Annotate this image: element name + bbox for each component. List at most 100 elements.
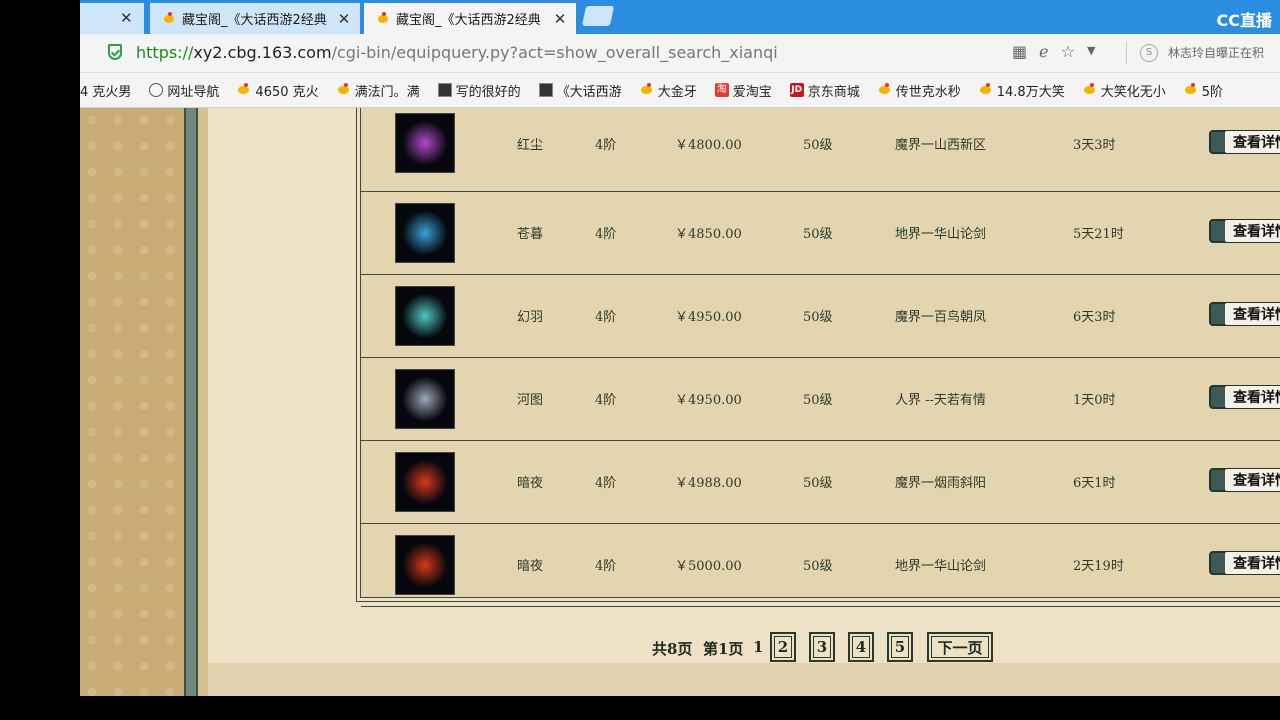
yellow-icon	[878, 83, 892, 97]
item-thumbnail[interactable]	[395, 452, 455, 512]
yellow-icon	[237, 83, 251, 97]
view-details-button[interactable]: 查看详情	[1209, 385, 1280, 409]
view-details-button[interactable]: 查看详情	[1209, 551, 1280, 575]
table-row: 幻羽 4阶 ￥4950.00 50级 魔界一百鸟朝凤 6天3时 查看详情	[361, 274, 1280, 358]
search-engine-icon[interactable]: S	[1140, 44, 1158, 62]
item-server: 魔界一山西新区	[895, 138, 987, 153]
new-tab-button[interactable]	[581, 6, 615, 26]
bookmark-label: 4650 克火	[255, 84, 319, 100]
close-icon[interactable]: ✕	[120, 9, 133, 27]
view-details-button[interactable]: 查看详情	[1209, 302, 1280, 326]
bookmark-item[interactable]: 网址导航	[149, 81, 219, 100]
close-icon[interactable]: ✕	[334, 10, 354, 28]
item-server: 魔界一烟雨斜阳	[895, 476, 987, 491]
close-icon[interactable]: ✕	[550, 10, 570, 28]
news-ticker[interactable]: 林志玲自曝正在积	[1168, 44, 1264, 61]
view-details-label: 查看详情	[1225, 303, 1280, 325]
item-price: ￥4800.00	[675, 138, 742, 153]
reader-mode-icon[interactable]: ℯ	[1039, 42, 1048, 61]
item-name: 暗夜	[517, 476, 544, 491]
bookmark-label: 京东商城	[807, 84, 860, 100]
item-tier: 4阶	[595, 310, 617, 325]
page-5-button[interactable]: 5	[887, 632, 913, 662]
bookmark-item[interactable]: 14.8万大笑	[979, 81, 1065, 100]
star-bookmark-icon[interactable]: ☆	[1061, 42, 1075, 61]
page-3-button[interactable]: 3	[809, 632, 835, 662]
bookmark-label: 网址导航	[167, 84, 220, 100]
item-remaining-time: 6天1时	[1073, 476, 1116, 491]
bookmark-item[interactable]: 写的很好的	[437, 81, 521, 100]
tab-cbg-1[interactable]: 藏宝阁_《大话西游2经典 ✕	[150, 3, 360, 34]
table-row: 红尘 4阶 ￥4800.00 50级 魔界一山西新区 3天3时 查看详情	[361, 108, 1280, 192]
tab-title: 藏宝阁_《大话西游2经典	[396, 13, 541, 28]
item-remaining-time: 5天21时	[1073, 227, 1124, 242]
item-level: 50级	[803, 310, 833, 325]
yellow-icon	[1083, 83, 1097, 97]
url-host: xy2.cbg.163.com	[193, 43, 332, 62]
bookmark-item[interactable]: 5阶	[1184, 81, 1223, 100]
item-name: 幻羽	[517, 310, 544, 325]
bookmark-item[interactable]: 《大话西游	[538, 81, 622, 100]
view-details-button[interactable]: 查看详情	[1209, 468, 1280, 492]
item-tier: 4阶	[595, 559, 617, 574]
tab-partial[interactable]: ✕	[80, 3, 144, 34]
bookmark-item[interactable]: 大金牙	[640, 81, 697, 100]
bookmark-item[interactable]: 大笑化无小	[1083, 81, 1166, 100]
decorative-border	[198, 108, 208, 696]
table-row: 暗夜 4阶 ￥5000.00 50级 地界一华山论剑 2天19时 查看详情	[361, 523, 1280, 607]
chevron-down-icon[interactable]: ▼	[1087, 42, 1095, 61]
bookmark-item[interactable]: 4 克火男	[80, 81, 131, 100]
page-2-button[interactable]: 2	[770, 632, 796, 662]
item-remaining-time: 2天19时	[1073, 559, 1124, 574]
item-remaining-time: 1天0时	[1073, 393, 1116, 408]
view-details-label: 查看详情	[1225, 552, 1280, 574]
bookmark-item[interactable]: 传世克水秒	[878, 81, 961, 100]
tab-cbg-2-active[interactable]: 藏宝阁_《大话西游2经典 ✕	[364, 3, 576, 34]
bookmark-item[interactable]: JD 京东商城	[789, 81, 860, 100]
decorative-scroll-border	[184, 108, 198, 696]
bookmark-label: 14.8万大笑	[996, 84, 1065, 100]
page-content: 红尘4阶￥4800.0050级魔界一山西新区3天3时查看详情苍暮4阶￥4850.…	[80, 108, 1280, 696]
divider	[1126, 42, 1127, 64]
item-thumbnail[interactable]	[395, 369, 455, 429]
url-path: /cgi-bin/equipquery.py?act=show_overall_…	[331, 43, 778, 62]
bookmarks-bar: 4 克火男 网址导航 4650 克火 满法门。满 写的很好的 《大话西游 大金牙…	[80, 73, 1280, 108]
item-thumbnail[interactable]	[395, 535, 455, 595]
item-thumbnail[interactable]	[395, 113, 455, 173]
item-thumbnail[interactable]	[395, 286, 455, 346]
view-details-button[interactable]: 查看详情	[1209, 130, 1280, 154]
cc-live-watermark: CC直播	[1216, 11, 1273, 30]
bookmark-label: 爱淘宝	[732, 84, 772, 100]
bookmark-label: 大金牙	[657, 84, 697, 100]
tab-strip: ✕ 藏宝阁_《大话西游2经典 ✕ 藏宝阁_《大话西游2经典 ✕ CC直播	[80, 0, 1280, 34]
item-server: 地界一华山论剑	[895, 559, 987, 574]
page-4-button[interactable]: 4	[848, 632, 874, 662]
item-remaining-time: 6天3时	[1073, 310, 1116, 325]
item-level: 50级	[803, 476, 833, 491]
item-name: 暗夜	[517, 559, 544, 574]
item-tier: 4阶	[595, 476, 617, 491]
video-letterbox-bottom	[0, 696, 1280, 720]
item-tier: 4阶	[595, 227, 617, 242]
url-scheme: https://	[136, 43, 194, 62]
view-details-button[interactable]: 查看详情	[1209, 219, 1280, 243]
video-letterbox-left	[0, 0, 80, 720]
jd-icon: JD	[789, 83, 804, 97]
taobao-icon: 淘	[714, 83, 729, 97]
item-thumbnail[interactable]	[395, 203, 455, 263]
next-page-button[interactable]: 下一页	[927, 632, 993, 662]
address-bar: https://xy2.cbg.163.com/cgi-bin/equipque…	[80, 34, 1280, 73]
current-page-label: 第1页	[703, 640, 744, 658]
item-level: 50级	[803, 559, 833, 574]
qr-code-icon[interactable]: ▦	[1012, 42, 1027, 61]
dark-icon	[538, 83, 553, 97]
bookmark-item[interactable]: 4650 克火	[237, 81, 319, 100]
url-field[interactable]: https://xy2.cbg.163.com/cgi-bin/equipque…	[136, 43, 778, 62]
item-price: ￥5000.00	[675, 559, 742, 574]
bookmark-item[interactable]: 淘爱淘宝	[714, 81, 772, 100]
item-price: ￥4850.00	[675, 227, 742, 242]
bookmark-item[interactable]: 满法门。满	[337, 81, 420, 100]
item-server: 人界 --天若有情	[895, 393, 986, 408]
table-row: 苍暮 4阶 ￥4850.00 50级 地界一华山论剑 5天21时 查看详情	[361, 191, 1280, 275]
item-price: ￥4950.00	[675, 393, 742, 408]
